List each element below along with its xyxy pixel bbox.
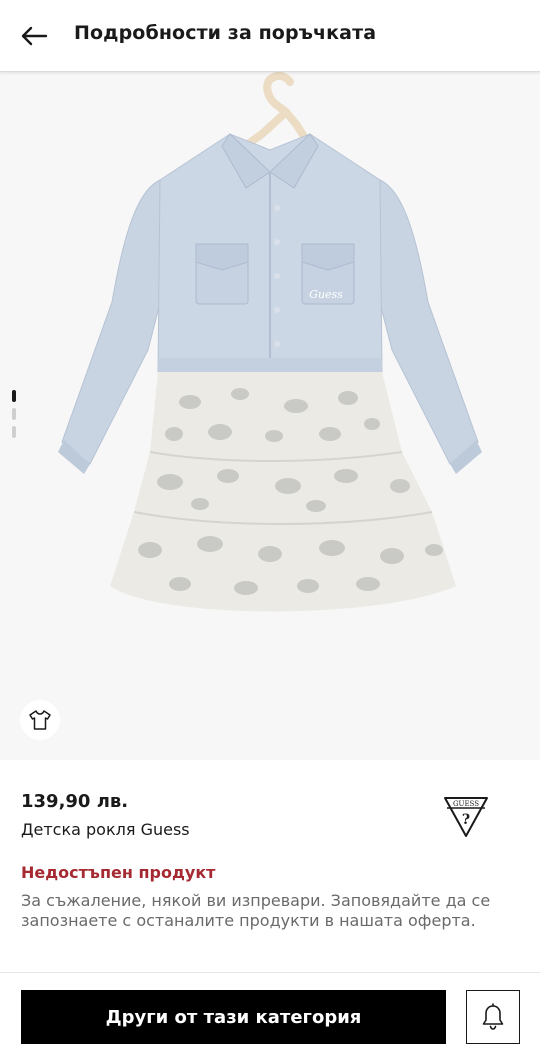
product-price: 139,90 лв. [21,791,129,812]
size-chart-button[interactable] [20,700,60,740]
bottom-actions: Други от тази категория [0,972,540,1060]
gallery-dot-2[interactable] [12,408,16,420]
arrow-left-icon [21,26,48,46]
gallery-dot-1[interactable] [12,390,16,402]
page-title: Подробности за поръчката [74,22,377,44]
product-gallery[interactable]: Guess [0,72,540,760]
bell-icon [482,1003,504,1030]
gallery-indicator [12,390,18,444]
status-message: За съжаление, някой ви изпревари. Заповя… [21,891,491,930]
gallery-dot-3[interactable] [12,426,16,438]
other-in-category-button[interactable]: Други от тази категория [21,990,446,1044]
brand-logo-text: GUESS [453,800,479,808]
back-button[interactable] [14,18,54,54]
brand-logo[interactable]: GUESS ? [443,796,489,838]
product-image: Guess [58,72,482,612]
top-bar: Подробности за поръчката [0,0,540,72]
status-label: Недостъпен продукт [21,863,216,882]
tshirt-icon [29,710,51,730]
svg-text:?: ? [462,812,470,828]
notify-button[interactable] [466,990,520,1044]
product-info: 139,90 лв. Детска рокля Guess GUESS ? Не… [0,760,540,972]
product-name: Детска рокля Guess [21,820,190,839]
image-logo: Guess [309,288,343,301]
